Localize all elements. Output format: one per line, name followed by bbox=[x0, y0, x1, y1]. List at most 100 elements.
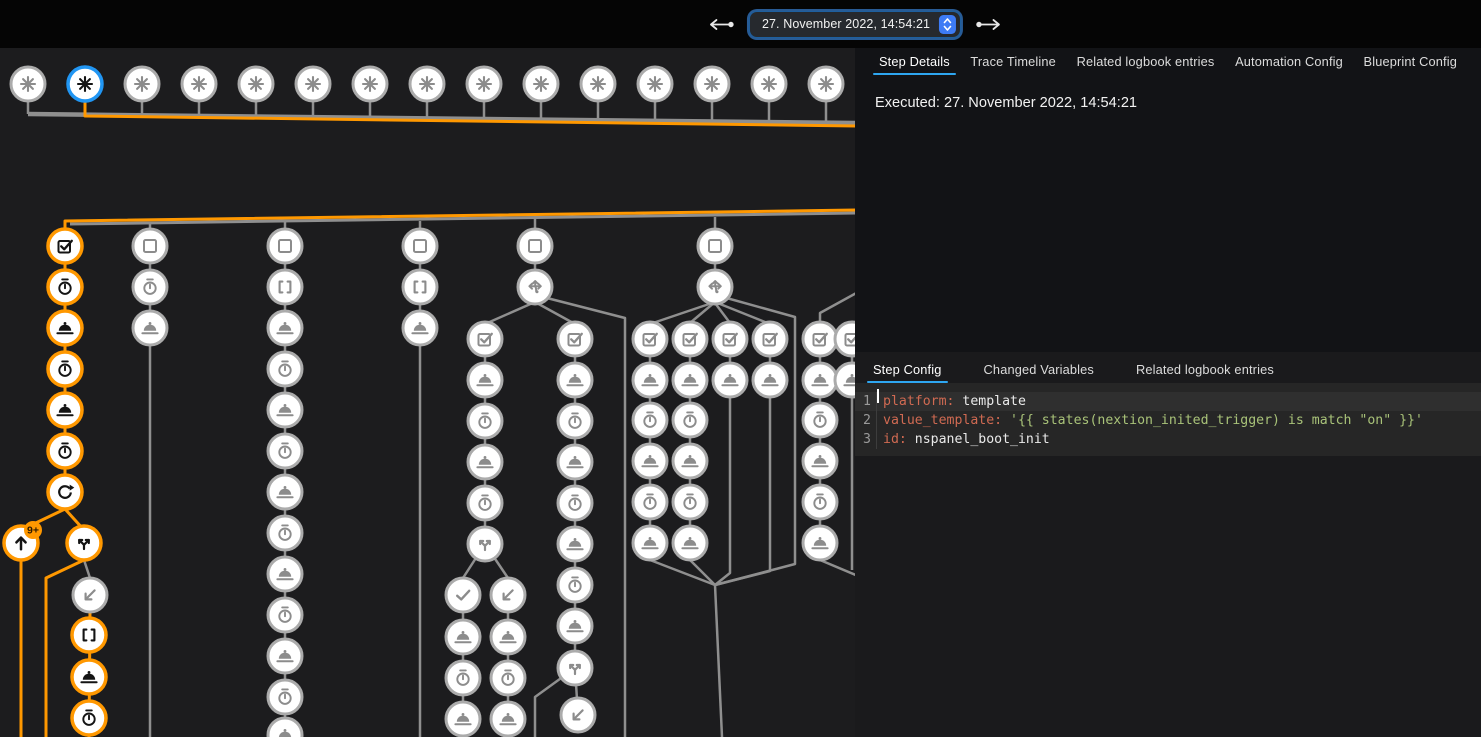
node-timer[interactable] bbox=[268, 598, 302, 632]
node-arrow-bottom-left[interactable] bbox=[491, 578, 525, 612]
node-checkbox-marked[interactable] bbox=[713, 322, 747, 356]
trace-run-select[interactable]: 27. November 2022, 14:54:21 bbox=[750, 12, 960, 37]
node-asterisk[interactable] bbox=[353, 67, 387, 101]
node-room-service[interactable] bbox=[268, 475, 302, 509]
node-asterisk[interactable] bbox=[11, 67, 45, 101]
node-room-service[interactable] bbox=[468, 363, 502, 397]
node-asterisk[interactable] bbox=[296, 67, 330, 101]
node-brackets[interactable] bbox=[72, 618, 106, 652]
tab-related-logbook-entries[interactable]: Related logbook entries bbox=[1067, 48, 1225, 75]
node-asterisk[interactable] bbox=[125, 67, 159, 101]
node-room-service[interactable] bbox=[633, 363, 667, 397]
node-room-service[interactable] bbox=[48, 311, 82, 345]
node-room-service[interactable] bbox=[673, 444, 707, 478]
node-room-service[interactable] bbox=[446, 702, 480, 736]
node-asterisk[interactable] bbox=[410, 67, 444, 101]
node-room-service[interactable] bbox=[835, 363, 856, 397]
node-checkbox-marked[interactable] bbox=[673, 322, 707, 356]
node-room-service[interactable] bbox=[133, 311, 167, 345]
node-timer[interactable] bbox=[803, 403, 837, 437]
tab-step-config[interactable]: Step Config bbox=[863, 355, 952, 383]
node-room-service[interactable] bbox=[468, 445, 502, 479]
previous-trace-button[interactable] bbox=[706, 16, 737, 33]
tab-step-details[interactable]: Step Details bbox=[869, 48, 960, 75]
code-line[interactable]: 1platform: template bbox=[855, 392, 1481, 411]
node-room-service[interactable] bbox=[446, 620, 480, 654]
yaml-code-editor[interactable]: 1platform: template2value_template: '{{ … bbox=[855, 383, 1481, 456]
node-room-service[interactable] bbox=[268, 639, 302, 673]
node-arrow-up[interactable]: 9+ bbox=[4, 521, 42, 560]
node-room-service[interactable] bbox=[558, 527, 592, 561]
node-timer[interactable] bbox=[268, 680, 302, 714]
node-timer[interactable] bbox=[72, 701, 106, 735]
node-timer[interactable] bbox=[673, 485, 707, 519]
node-brackets[interactable] bbox=[403, 270, 437, 304]
node-room-service[interactable] bbox=[673, 363, 707, 397]
node-room-service[interactable] bbox=[403, 311, 437, 345]
node-timer[interactable] bbox=[468, 404, 502, 438]
node-checkbox-marked[interactable] bbox=[753, 322, 787, 356]
node-call-split[interactable] bbox=[67, 526, 101, 560]
node-checkbox-marked[interactable] bbox=[558, 322, 592, 356]
node-room-service[interactable] bbox=[491, 702, 525, 736]
node-timer[interactable] bbox=[491, 661, 525, 695]
node-timer[interactable] bbox=[133, 270, 167, 304]
node-timer[interactable] bbox=[673, 403, 707, 437]
code-line[interactable]: 3id: nspanel_boot_init bbox=[855, 430, 1481, 449]
node-room-service[interactable] bbox=[48, 393, 82, 427]
node-arrow-decision[interactable] bbox=[518, 270, 552, 304]
node-asterisk[interactable] bbox=[239, 67, 273, 101]
node-square[interactable] bbox=[518, 229, 552, 263]
node-room-service[interactable] bbox=[268, 557, 302, 591]
node-arrow-bottom-left[interactable] bbox=[561, 698, 595, 732]
node-asterisk[interactable] bbox=[467, 67, 501, 101]
node-brackets[interactable] bbox=[268, 270, 302, 304]
node-timer[interactable] bbox=[633, 403, 667, 437]
node-call-split[interactable] bbox=[558, 651, 592, 685]
node-timer[interactable] bbox=[633, 485, 667, 519]
node-room-service[interactable] bbox=[753, 363, 787, 397]
node-room-service[interactable] bbox=[713, 363, 747, 397]
node-arrow-decision[interactable] bbox=[698, 270, 732, 304]
node-asterisk[interactable] bbox=[524, 67, 558, 101]
node-room-service[interactable] bbox=[558, 363, 592, 397]
node-arrow-bottom-left[interactable] bbox=[73, 578, 107, 612]
node-timer[interactable] bbox=[558, 404, 592, 438]
tab-related-logbook-entries[interactable]: Related logbook entries bbox=[1126, 355, 1284, 383]
node-timer[interactable] bbox=[468, 486, 502, 520]
node-check[interactable] bbox=[446, 578, 480, 612]
node-timer[interactable] bbox=[48, 352, 82, 386]
node-timer[interactable] bbox=[558, 486, 592, 520]
node-timer[interactable] bbox=[268, 352, 302, 386]
node-timer[interactable] bbox=[268, 434, 302, 468]
node-room-service[interactable] bbox=[633, 526, 667, 560]
node-square[interactable] bbox=[403, 229, 437, 263]
node-checkbox-marked[interactable] bbox=[835, 322, 856, 356]
node-call-split[interactable] bbox=[468, 527, 502, 561]
node-asterisk[interactable] bbox=[809, 67, 843, 101]
tab-changed-variables[interactable]: Changed Variables bbox=[974, 355, 1104, 383]
node-room-service[interactable] bbox=[558, 609, 592, 643]
node-room-service[interactable] bbox=[673, 526, 707, 560]
node-room-service[interactable] bbox=[803, 363, 837, 397]
tab-trace-timeline[interactable]: Trace Timeline bbox=[960, 48, 1066, 75]
node-room-service[interactable] bbox=[803, 526, 837, 560]
next-trace-button[interactable] bbox=[973, 16, 1004, 33]
node-checkbox-marked[interactable] bbox=[468, 322, 502, 356]
code-line[interactable]: 2value_template: '{{ states(nextion_init… bbox=[855, 411, 1481, 430]
node-timer[interactable] bbox=[48, 270, 82, 304]
node-timer[interactable] bbox=[446, 661, 480, 695]
node-room-service[interactable] bbox=[633, 444, 667, 478]
node-timer[interactable] bbox=[558, 568, 592, 602]
node-room-service[interactable] bbox=[72, 660, 106, 694]
node-asterisk[interactable] bbox=[638, 67, 672, 101]
node-checkbox-marked[interactable] bbox=[803, 322, 837, 356]
node-asterisk[interactable] bbox=[68, 67, 102, 101]
node-room-service[interactable] bbox=[268, 393, 302, 427]
node-square[interactable] bbox=[698, 229, 732, 263]
node-checkbox-marked[interactable] bbox=[633, 322, 667, 356]
node-asterisk[interactable] bbox=[695, 67, 729, 101]
node-room-service[interactable] bbox=[803, 444, 837, 478]
node-room-service[interactable] bbox=[491, 620, 525, 654]
node-room-service[interactable] bbox=[268, 311, 302, 345]
